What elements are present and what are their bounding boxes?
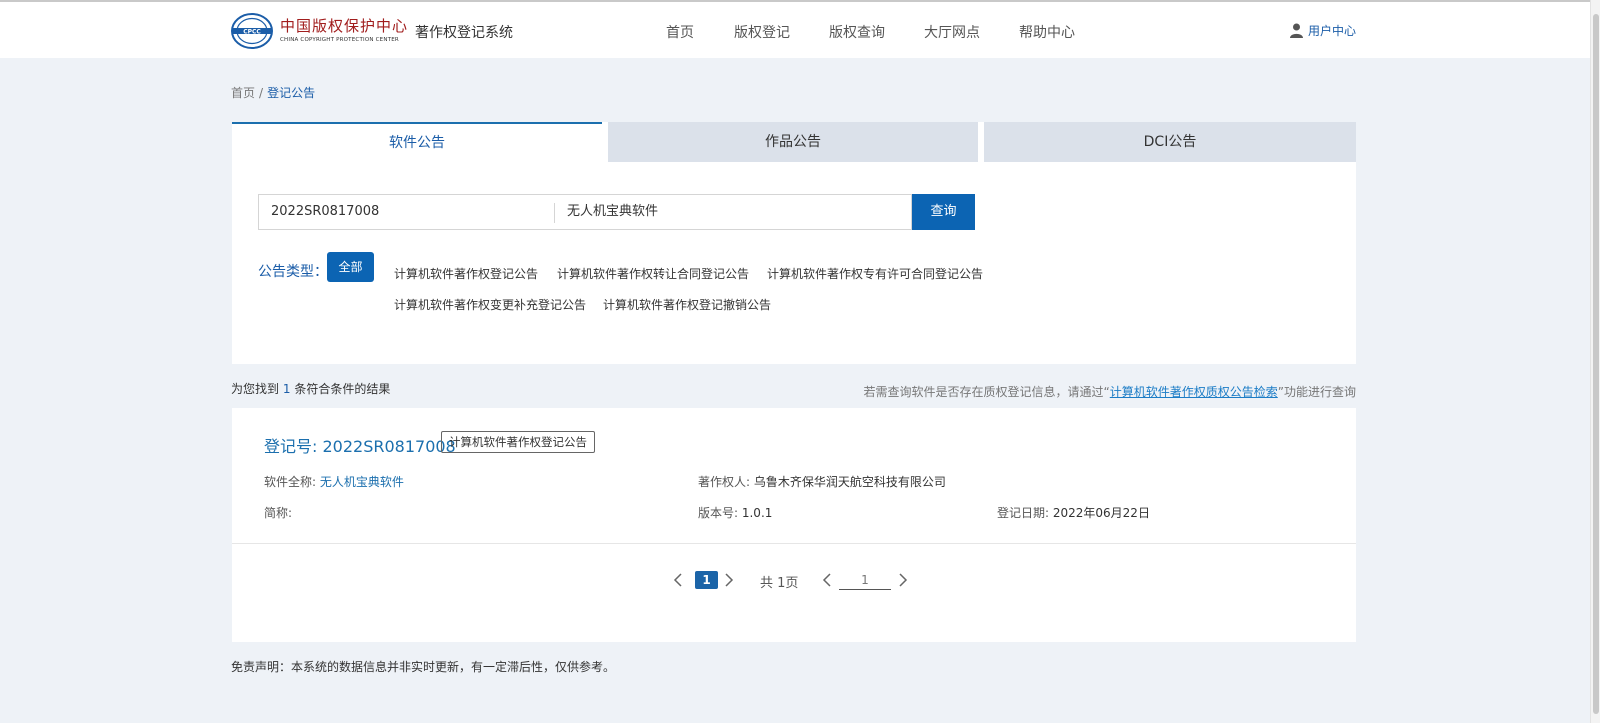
reg-number-value: 2022SR0817008 (322, 437, 456, 456)
tab-dci-announcement[interactable]: DCI公告 (984, 122, 1356, 162)
pledge-search-link[interactable]: 计算机软件著作权质权公告检索 (1110, 385, 1278, 399)
hint-suffix: ”功能进行查询 (1277, 385, 1356, 399)
tab-software-announcement[interactable]: 软件公告 (232, 122, 602, 162)
type-all-button[interactable]: 全部 (327, 252, 374, 282)
announcement-type-label: 公告类型： (258, 264, 328, 280)
user-icon (1290, 23, 1303, 38)
short-name-field: 简称: (264, 504, 292, 521)
type-exclusive-license[interactable]: 计算机软件著作权专有许可合同登记公告 (767, 265, 983, 282)
type-revocation[interactable]: 计算机软件著作权登记撤销公告 (603, 296, 771, 313)
nav-home[interactable]: 首页 (666, 22, 694, 42)
version-value: 1.0.1 (741, 506, 773, 520)
version-field: 版本号: 1.0.1 (698, 504, 772, 521)
type-change-supplement[interactable]: 计算机软件著作权变更补充登记公告 (394, 296, 586, 313)
breadcrumb-separator: / (259, 86, 264, 100)
search-panel: 软件公告 作品公告 DCI公告 2022SR0817008 无人机宝典软件 查询… (232, 122, 1356, 364)
site-header: CPCC 中国版权保护中心 CHINA COPYRIGHT PROTECTION… (0, 2, 1590, 58)
logo-english-name: CHINA COPYRIGHT PROTECTION CENTER (280, 37, 399, 43)
hint-prefix: 若需查询软件是否存在质权登记信息，请通过“ (863, 385, 1110, 399)
owner-value: 乌鲁木齐保华润天航空科技有限公司 (753, 475, 946, 489)
total-pages: 共 1页 (760, 576, 799, 591)
result-summary-suffix: 条符合条件的结果 (294, 382, 391, 396)
nav-help-center[interactable]: 帮助中心 (1019, 22, 1075, 42)
breadcrumb-home[interactable]: 首页 (231, 86, 255, 100)
reg-date-field: 登记日期: 2022年06月22日 (997, 504, 1150, 521)
card-divider (232, 543, 1356, 544)
current-page-button[interactable]: 1 (695, 571, 718, 589)
system-title: 著作权登记系统 (415, 25, 513, 41)
svg-text:CPCC: CPCC (243, 29, 261, 36)
jump-prev-icon[interactable] (821, 572, 833, 588)
query-button[interactable]: 查询 (912, 194, 975, 230)
user-center-label: 用户中心 (1308, 24, 1357, 38)
tab-work-announcement[interactable]: 作品公告 (608, 122, 978, 162)
software-name-input[interactable]: 无人机宝典软件 (555, 195, 911, 229)
nav-copyright-query[interactable]: 版权查询 (829, 22, 885, 42)
result-summary: 为您找到 1 条符合条件的结果 (231, 380, 390, 397)
user-center-link[interactable]: 用户中心 (1290, 22, 1356, 39)
logo-chinese-name: 中国版权保护中心 (280, 17, 409, 35)
nav-copyright-registration[interactable]: 版权登记 (734, 22, 790, 42)
jump-next-icon[interactable] (897, 572, 909, 588)
reg-number-label: 登记号: (264, 437, 323, 456)
disclaimer: 免责声明：本系统的数据信息并非实时更新，有一定滞后性，仅供参考。 (231, 660, 616, 674)
page-jump-input[interactable] (839, 570, 891, 590)
reg-date-value: 2022年06月22日 (1052, 506, 1150, 520)
next-page-icon[interactable] (723, 572, 735, 588)
type-registration[interactable]: 计算机软件著作权登记公告 (394, 265, 538, 282)
full-name-value[interactable]: 无人机宝典软件 (320, 475, 404, 489)
result-count: 1 (282, 382, 291, 396)
version-label: 版本号: (698, 506, 742, 520)
owner-label: 著作权人: (698, 475, 754, 489)
scrollbar-thumb[interactable] (1593, 14, 1599, 714)
reg-number-title[interactable]: 登记号: 2022SR0817008 (264, 433, 456, 457)
result-summary-prefix: 为您找到 (231, 382, 280, 396)
result-card: 登记号: 2022SR0817008 计算机软件著作权登记公告 软件全称: 无人… (232, 408, 1356, 642)
short-name-label: 简称: (264, 506, 293, 520)
full-name-label: 软件全称: (264, 475, 320, 489)
type-transfer-contract[interactable]: 计算机软件著作权转让合同登记公告 (557, 265, 749, 282)
prev-page-icon[interactable] (672, 572, 684, 588)
copyright-center-emblem-icon: CPCC (231, 13, 273, 49)
site-logo[interactable]: CPCC 中国版权保护中心 CHINA COPYRIGHT PROTECTION… (230, 12, 409, 52)
nav-service-halls[interactable]: 大厅网点 (924, 22, 980, 42)
reg-date-label: 登记日期: (997, 506, 1053, 520)
reg-number-input[interactable]: 2022SR0817008 (259, 195, 554, 229)
page-scrollbar[interactable] (1590, 0, 1600, 723)
owner-field: 著作权人: 乌鲁木齐保华润天航空科技有限公司 (698, 473, 946, 490)
breadcrumb: 首页 / 登记公告 (231, 84, 315, 101)
announcement-type-tag: 计算机软件著作权登记公告 (441, 431, 595, 453)
full-name-field: 软件全称: 无人机宝典软件 (264, 473, 404, 490)
search-box: 2022SR0817008 无人机宝典软件 (258, 194, 912, 230)
pledge-query-hint: 若需查询软件是否存在质权登记信息，请通过“计算机软件著作权质权公告检索”功能进行… (864, 383, 1356, 400)
breadcrumb-current: 登记公告 (267, 86, 316, 100)
